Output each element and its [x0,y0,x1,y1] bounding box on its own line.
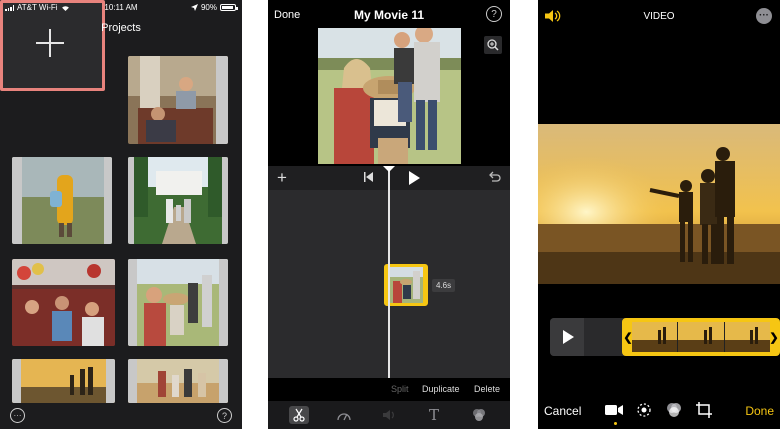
speed-glyph [337,413,351,421]
play-icon [563,330,574,344]
play-icon[interactable] [409,171,420,185]
stabilize-icon[interactable] [634,401,654,419]
zoom-button[interactable] [484,36,502,54]
speed-icon[interactable] [334,406,354,424]
delete-button[interactable]: Delete [474,384,500,394]
more-glyph: ··· [759,10,769,21]
video-title: VIDEO [643,11,675,22]
project-tile[interactable] [128,359,228,403]
project-thumbnail [128,157,228,244]
project-tile[interactable] [128,259,228,346]
project-thumbnail [128,56,228,144]
clip-actions: Split Duplicate Delete [268,384,510,398]
clip-thumbnail [389,267,423,303]
playhead-marker [383,166,395,172]
page-title: Projects [101,22,141,34]
crop-icon[interactable] [694,401,714,419]
project-tile[interactable] [128,56,228,144]
cancel-button[interactable]: Cancel [544,404,581,418]
sunset-family-image [538,124,780,284]
filmstrip-frames [632,322,770,352]
editor-header: Done My Movie 11 ? [268,0,510,28]
battery-percent: 90% [200,3,217,12]
trim-handle-right-icon[interactable]: ❯ [769,318,779,356]
project-tile[interactable] [128,157,228,244]
text-icon[interactable]: T [424,406,444,424]
filters-icon[interactable] [469,406,489,424]
video-icon[interactable] [604,401,624,419]
video-header: VIDEO ··· [538,0,780,30]
clip-duration: 4.6s [432,279,456,292]
project-tile[interactable] [12,259,115,346]
help-glyph: ? [221,410,227,421]
preview-image [318,28,461,164]
project-thumbnail [128,359,228,403]
video-toolbar: Cancel Done [538,398,780,429]
more-glyph: ··· [13,410,22,420]
editor-screen: Done My Movie 11 ? + 4.6s Split Duplicat… [268,0,510,429]
done-button[interactable]: Done [745,404,774,418]
active-tool-indicator [614,422,617,425]
skip-to-start-icon[interactable] [364,172,374,182]
scissors-icon[interactable] [289,406,309,424]
more-icon[interactable]: ··· [756,8,772,24]
trim-selection[interactable] [622,318,780,356]
filters-glyph [473,409,485,421]
project-thumbnail [12,359,115,403]
filters-icon[interactable] [664,401,684,419]
editor-toolbar: T [268,401,510,429]
project-thumbnail [128,259,228,346]
location-icon [190,4,198,11]
battery-icon [220,4,238,11]
projects-screen: AT&T Wi-Fi 10:11 AM 90% Projects ··· ? [0,0,242,429]
timeline[interactable]: + 4.6s [268,166,510,378]
video-preview[interactable] [318,28,461,164]
movie-title: My Movie 11 [353,8,425,22]
video-frame [538,124,780,284]
timeline-clip[interactable] [384,264,428,306]
help-glyph: ? [491,8,497,20]
trim-timeline[interactable]: ❮ ❯ [550,318,780,356]
magnifier-icon [487,39,499,51]
add-media-icon[interactable]: + [277,168,287,188]
project-thumbnail [12,259,115,346]
playhead[interactable] [388,166,390,378]
video-edit-screen: VIDEO ··· ❮ ❯ Cancel Done [538,0,780,429]
project-tile[interactable] [12,359,115,403]
status-bar: AT&T Wi-Fi 10:11 AM 90% [0,0,242,16]
project-thumbnail [12,157,112,244]
project-tile[interactable] [12,157,112,244]
undo-icon[interactable] [488,171,501,183]
duplicate-button[interactable]: Duplicate [422,384,460,394]
split-button[interactable]: Split [391,384,409,394]
scissors-glyph [293,408,305,422]
help-icon[interactable]: ? [486,6,502,22]
play-button[interactable] [550,318,584,356]
volume-icon[interactable] [379,406,399,424]
status-right: 90% [190,3,238,12]
volume-glyph [383,410,394,420]
trim-handle-left-icon[interactable]: ❮ [623,318,633,356]
help-icon[interactable]: ? [217,408,232,423]
more-icon[interactable]: ··· [10,408,25,423]
